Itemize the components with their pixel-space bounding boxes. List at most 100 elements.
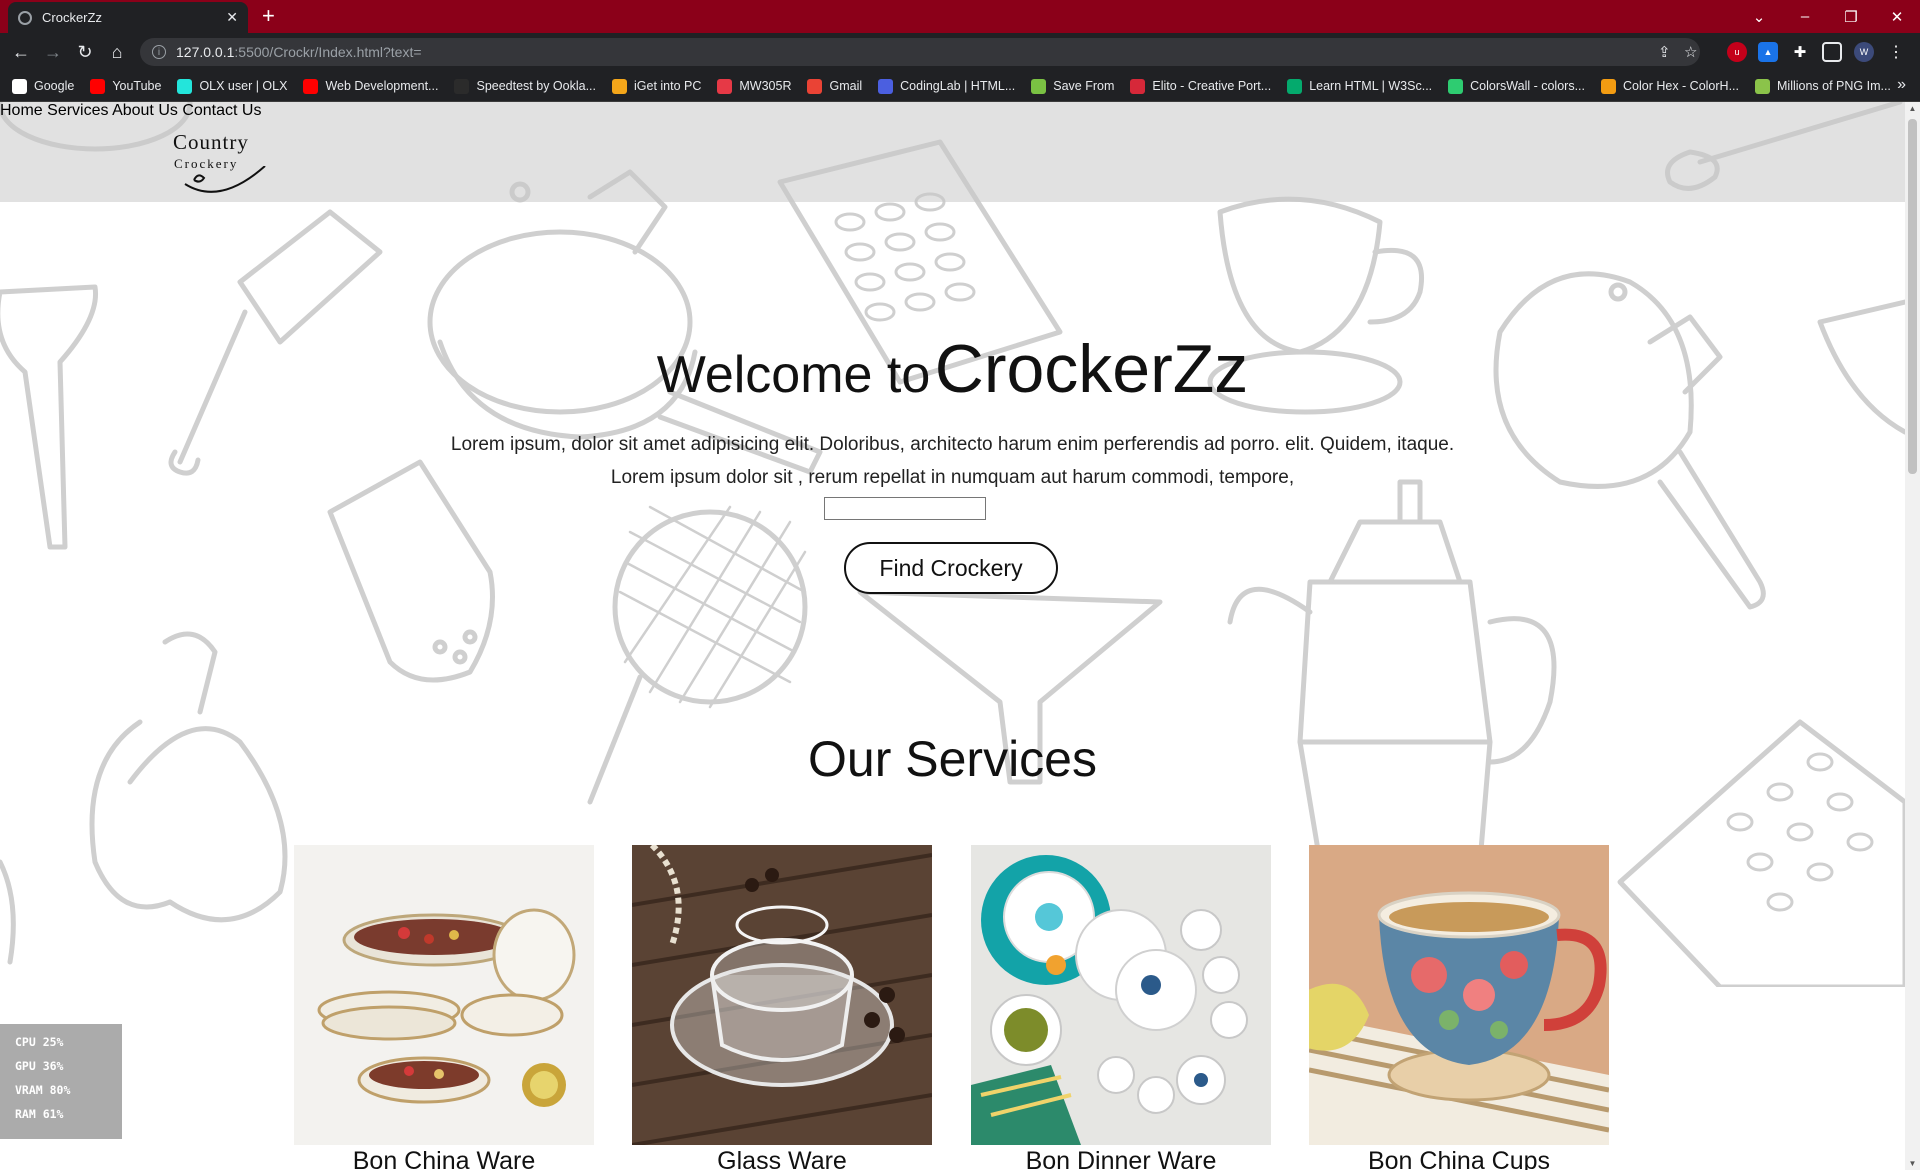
url-host: 127.0.0.1 [176,44,235,60]
find-crockery-button[interactable]: Find Crockery [844,542,1058,594]
vram-stat: VRAM 80% [15,1083,71,1097]
globe-icon [18,10,32,25]
bookmark-favicon-icon [1031,78,1047,94]
nav-about-us[interactable]: About Us [112,102,178,119]
tab-title: CrockerZz [42,10,102,25]
bookmark-favicon-icon [1287,78,1303,94]
bookmark-label: YouTube [112,79,162,93]
service-caption: Bon Dinner Ware [1025,1147,1217,1170]
bookmark-favicon-icon [878,78,894,94]
ram-stat: RAM 61% [15,1107,64,1121]
address-toolbar: ← → ↻ ⌂ i 127.0.0.1 :5500/Crockr/Index.h… [0,33,1920,71]
bookmark-item[interactable]: YouTube [90,78,162,94]
bookmark-favicon-icon [717,78,733,94]
bookmark-favicon-icon [1130,78,1146,94]
bookmark-favicon-icon [807,78,823,94]
tab-close-icon[interactable]: ✕ [226,9,238,26]
bookmark-item[interactable]: Google [12,78,74,94]
url-path: :5500/Crockr/Index.html?text= [234,44,422,60]
bookmark-label: CodingLab | HTML... [900,79,1016,93]
performance-overlay: CPU 25% GPU 36% VRAM 80% RAM 61% [0,1024,122,1139]
nav-services[interactable]: Services [47,102,108,119]
dinner-set-image [971,845,1271,1145]
service-card-bon-china-ware[interactable]: Bon China Ware [294,845,594,1170]
bookmark-item[interactable]: ColorsWall - colors... [1448,78,1585,94]
forward-arrow-icon[interactable]: → [40,40,66,64]
extension-icon[interactable]: ▲ [1758,42,1778,62]
puzzle-extensions-icon[interactable]: ✚ [1790,42,1810,62]
country-crockery-logo[interactable]: Country Crockery [170,126,270,196]
browser-tab[interactable]: CrockerZz ✕ [8,2,248,33]
bookmarks-overflow-icon[interactable]: » [1897,76,1906,94]
bookmark-favicon-icon [612,78,627,94]
scroll-down-arrow-icon[interactable]: ▼ [1908,1159,1917,1168]
bookmark-label: Color Hex - ColorH... [1623,79,1739,93]
bookmark-item[interactable]: Save From [1031,78,1114,94]
close-window-button[interactable]: ✕ [1874,0,1920,33]
bookmark-label: Learn HTML | W3Sc... [1309,79,1433,93]
back-arrow-icon[interactable]: ← [8,40,34,64]
bookmark-item[interactable]: Learn HTML | W3Sc... [1287,78,1433,94]
reload-icon[interactable]: ↻ [72,40,98,64]
bookmark-item[interactable]: MW305R [717,78,792,94]
nav-home[interactable]: Home [0,102,43,119]
bookmark-favicon-icon [12,78,27,94]
bookmark-favicon-icon [1601,78,1616,94]
bookmark-label: iGet into PC [634,79,702,93]
service-card-bon-dinner-ware[interactable]: Bon Dinner Ware [971,845,1271,1170]
tab-search-icon[interactable]: ⌄ [1736,0,1782,33]
page-scrollbar[interactable]: ▲ ▼ [1905,102,1920,1170]
address-bar[interactable]: i 127.0.0.1 :5500/Crockr/Index.html?text… [140,38,1700,66]
service-card-glass-ware[interactable]: Glass Ware [632,845,932,1170]
service-caption: Bon China Ware [352,1147,536,1170]
bookmark-item[interactable]: CodingLab | HTML... [878,78,1016,94]
bookmark-item[interactable]: Speedtest by Ookla... [454,78,596,94]
bookmark-item[interactable]: iGet into PC [612,78,702,94]
bookmark-label: Elito - Creative Port... [1152,79,1272,93]
logo-swoosh-icon [184,166,266,193]
bookmark-favicon-icon [303,78,319,94]
hero-heading: Welcome to CrockerZz [0,330,1905,408]
scroll-up-arrow-icon[interactable]: ▲ [1908,104,1917,113]
bookmark-item[interactable]: Gmail [807,78,863,94]
share-icon[interactable]: ⇪ [1658,43,1671,61]
cpu-stat: CPU 25% [15,1035,64,1049]
bookmark-label: Gmail [829,79,863,93]
floral-cup-image [1309,845,1609,1145]
site-info-icon[interactable]: i [152,45,166,59]
restore-button[interactable]: ❐ [1828,0,1874,33]
bookmark-favicon-icon [454,78,470,94]
bookmark-favicon-icon [90,78,106,94]
scrollbar-thumb[interactable] [1908,119,1917,474]
bookmark-item[interactable]: Elito - Creative Port... [1130,78,1272,94]
bookmark-label: Web Development... [325,79,439,93]
bookmark-item[interactable]: Web Development... [303,78,439,94]
minimize-button[interactable]: – [1782,0,1828,33]
side-panel-icon[interactable] [1822,42,1842,62]
bookmark-item[interactable]: Color Hex - ColorH... [1601,78,1739,94]
home-icon[interactable]: ⌂ [104,40,130,64]
bookmark-label: ColorsWall - colors... [1470,79,1585,93]
service-card-bon-china-cups[interactable]: Bon China Cups [1309,845,1609,1170]
bookmarks-bar: Google YouTube OLX user | OLX Web Developme… [0,71,1920,102]
profile-avatar-icon[interactable]: W [1854,42,1874,62]
bookmark-label: OLX user | OLX [199,79,288,93]
service-caption: Glass Ware [717,1147,847,1170]
hero-welcome-text: Welcome to [656,346,931,404]
new-tab-button[interactable]: + [262,4,275,28]
bookmark-item[interactable]: Millions of PNG Im... [1755,78,1891,94]
bookmark-label: MW305R [739,79,792,93]
ublock-extension-icon[interactable]: u [1727,42,1747,62]
bookmark-item[interactable]: OLX user | OLX [177,78,288,94]
menu-kebab-icon[interactable]: ⋮ [1886,42,1906,62]
nav-contact-us[interactable]: Contact Us [182,102,261,119]
hero-brand-text: CrockerZz [934,331,1249,407]
bookmark-favicon-icon [1755,78,1770,94]
gpu-stat: GPU 36% [15,1059,64,1073]
bookmark-favicon-icon [177,78,193,94]
crockery-search-input[interactable] [824,497,986,520]
bookmark-star-icon[interactable]: ☆ [1684,43,1697,61]
bookmark-label: Millions of PNG Im... [1777,79,1891,93]
hero-description-line-2: Lorem ipsum dolor sit , rerum repellat i… [610,467,1295,488]
bowls-image [294,845,594,1145]
